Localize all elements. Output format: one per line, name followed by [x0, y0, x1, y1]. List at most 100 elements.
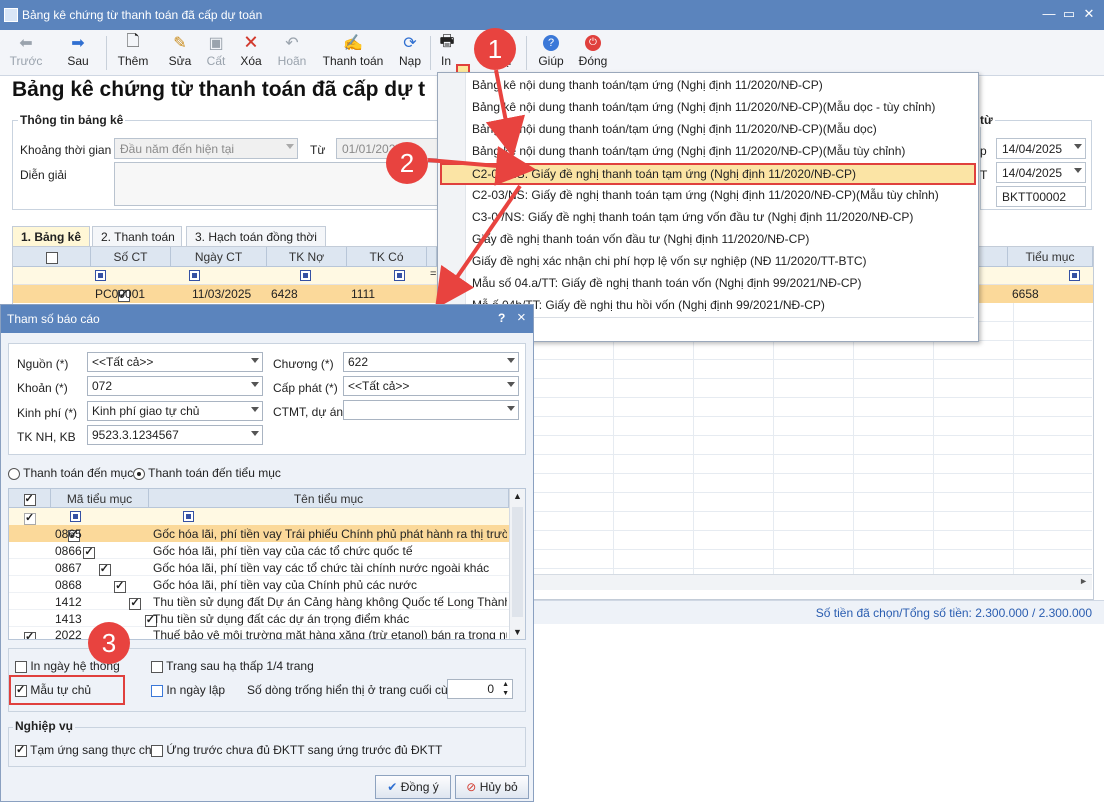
- table-header-ma[interactable]: Mã tiểu mục: [51, 489, 149, 508]
- chuong-value: 622: [348, 355, 369, 369]
- filter-icon[interactable]: [394, 270, 406, 281]
- date-value-2: 14/04/2025: [1002, 166, 1063, 180]
- menu-item-2[interactable]: Bảng kê nội dung thanh toán/tạm ứng (Ngh…: [472, 119, 877, 139]
- tab-hach-toan[interactable]: 3. Hạch toán đồng thời: [186, 226, 326, 246]
- add-button[interactable]: 🗋 Thêm: [114, 32, 152, 74]
- delete-icon: 🗙: [244, 32, 258, 50]
- khoan-select[interactable]: 072: [87, 376, 263, 396]
- khoan-value: 072: [92, 379, 113, 393]
- scroll-down-icon[interactable]: ▼: [513, 627, 522, 637]
- grid-header-tk-co[interactable]: TK Có: [347, 247, 427, 267]
- grid-header-ngay-ct[interactable]: Ngày CT: [171, 247, 267, 267]
- option-tam-ung[interactable]: Tạm ứng sang thực chi: [15, 743, 154, 757]
- next-button[interactable]: ➡ Sau: [60, 32, 96, 74]
- grid-select-all[interactable]: [13, 247, 91, 267]
- filter-icon[interactable]: [1069, 270, 1081, 281]
- cell-tk-co: 1111: [351, 287, 376, 301]
- nguon-select[interactable]: <<Tất cả>>: [87, 352, 263, 372]
- callout-1: 1: [474, 28, 516, 70]
- chuong-select[interactable]: 622: [343, 352, 519, 372]
- checkbox[interactable]: [45, 251, 58, 264]
- option-in-ngay-lap[interactable]: In ngày lập: [151, 683, 225, 697]
- postpone-button[interactable]: ↶ Hoãn: [274, 32, 310, 74]
- row-checkbox[interactable]: [24, 630, 36, 639]
- filter-icon[interactable]: [182, 511, 194, 522]
- so-dong-spinner[interactable]: 0 ▲ ▼: [447, 679, 513, 699]
- filter-icon[interactable]: [299, 270, 311, 281]
- menu-item-8[interactable]: Giấy đề nghị xác nhận chi phí hợp lệ vốn…: [472, 251, 867, 271]
- print-button[interactable]: 🖶 In: [436, 32, 456, 74]
- row-checkbox[interactable]: [114, 579, 127, 593]
- menu-item-0[interactable]: Bảng kê nội dung thanh toán/tạm ứng (Ngh…: [472, 75, 823, 95]
- cancel-button[interactable]: ⊘ Hủy bỏ: [455, 775, 529, 799]
- tab-thanh-toan[interactable]: 2. Thanh toán: [92, 226, 182, 246]
- document-number-field[interactable]: BKTT00002: [996, 186, 1086, 207]
- edit-button[interactable]: ✎ Sửa: [166, 32, 194, 74]
- kinhphi-value: Kinh phí giao tự chủ: [92, 404, 200, 418]
- period-value: Đầu năm đến hiện tại: [120, 142, 235, 156]
- help-button[interactable]: ? Giúp: [536, 32, 566, 74]
- help-icon[interactable]: ?: [498, 311, 505, 325]
- table-filter-row: [9, 508, 509, 525]
- grid-header-tieu-muc[interactable]: Tiểu mục: [1008, 247, 1093, 267]
- arrow-left-icon: ⬅: [19, 35, 33, 52]
- scroll-thumb[interactable]: [512, 507, 523, 617]
- reload-button[interactable]: ⟳ Nạp: [394, 32, 426, 74]
- date-field-1[interactable]: 14/04/2025: [996, 138, 1086, 159]
- option-trang-sau[interactable]: Trang sau hạ thấp 1/4 trang: [151, 659, 314, 673]
- menu-item-4[interactable]: C2-03/NS: Giấy đề nghị thanh toán tạm ứn…: [472, 164, 856, 184]
- close-button[interactable]: ⏻ Đóng: [576, 32, 610, 74]
- help-label: Giúp: [538, 54, 564, 68]
- toolbar-separator: [106, 36, 107, 70]
- date-field-2[interactable]: 14/04/2025: [996, 162, 1086, 183]
- ctmt-select[interactable]: [343, 400, 519, 420]
- radio-thanh-toan-muc[interactable]: Thanh toán đến mục: [8, 466, 133, 480]
- save-button[interactable]: ▣ Cất: [202, 32, 230, 74]
- option-label: Trang sau hạ thấp 1/4 trang: [166, 659, 314, 673]
- delete-button[interactable]: 🗙 Xóa: [236, 32, 266, 74]
- tknh-select[interactable]: 9523.3.1234567: [87, 425, 263, 445]
- row-checkbox[interactable]: [129, 596, 142, 610]
- payment-button[interactable]: ✍ Thanh toán: [320, 32, 386, 74]
- horizontal-scrollbar[interactable]: ►: [534, 574, 1092, 590]
- filter-icon[interactable]: [70, 511, 82, 522]
- kinhphi-select[interactable]: Kinh phí giao tự chủ: [87, 401, 263, 421]
- document-number-value: BKTT00002: [1002, 190, 1067, 204]
- filter-icon[interactable]: [95, 270, 106, 281]
- spinner-arrows-icon[interactable]: ▲ ▼: [502, 680, 509, 698]
- filter-icon[interactable]: [189, 270, 201, 281]
- dropdown-arrow-icon: [1074, 144, 1082, 149]
- menu-item-7[interactable]: Giấy đề nghị thanh toán vốn đầu tư (Nghị…: [472, 229, 809, 249]
- grid-header-tk-no[interactable]: TK Nợ: [267, 247, 347, 267]
- tab-bang-ke[interactable]: 1. Bảng kê: [12, 226, 90, 246]
- row-checkbox[interactable]: [83, 545, 96, 559]
- cell-ma: 1412: [55, 595, 82, 609]
- ok-button[interactable]: ✔ Đồng ý: [375, 775, 451, 799]
- table-header-ten[interactable]: Tên tiểu mục: [149, 489, 509, 508]
- prev-button[interactable]: ⬅ Trước: [8, 32, 44, 74]
- row-checkbox[interactable]: [98, 562, 111, 576]
- close-icon[interactable]: ✕: [1080, 6, 1098, 22]
- restore-icon[interactable]: ▭: [1060, 6, 1078, 22]
- filter-checkbox[interactable]: [24, 511, 36, 525]
- menu-item-3[interactable]: Bảng kê nội dung thanh toán/tạm ứng (Ngh…: [472, 141, 905, 161]
- grid-header-so-ct[interactable]: Số CT: [91, 247, 171, 267]
- scroll-up-icon[interactable]: ▲: [513, 491, 522, 501]
- table-row[interactable]: 2022 Thuế bảo vệ môi trường mặt hàng xăn…: [9, 627, 509, 639]
- menu-item-5[interactable]: C2-03/NS: Giấy đề nghị thanh toán tạm ứn…: [472, 185, 939, 205]
- radio-thanh-toan-tieu-muc[interactable]: Thanh toán đến tiểu mục: [133, 466, 281, 480]
- close-icon[interactable]: ×: [517, 309, 526, 326]
- table-select-all[interactable]: [9, 489, 51, 508]
- scroll-right-icon[interactable]: ►: [1079, 576, 1088, 586]
- menu-item-6[interactable]: C3-0 /NS: Giấy đề nghị thanh toán tạm ứn…: [472, 207, 913, 227]
- period-label: Khoảng thời gian: [20, 143, 112, 157]
- description-label: Diễn giải: [20, 168, 67, 182]
- table-vertical-scrollbar[interactable]: ▲ ▼: [509, 489, 525, 639]
- period-select[interactable]: Đầu năm đến hiện tại: [114, 138, 298, 159]
- capphat-select[interactable]: <<Tất cả>>: [343, 376, 519, 396]
- minimize-icon[interactable]: —: [1040, 6, 1058, 22]
- menu-item-1[interactable]: Bảng kê nội dung thanh toán/tạm ứng (Ngh…: [472, 97, 935, 117]
- menu-item-9[interactable]: Mẫu số 04.a/TT: Giấy đề nghị thanh toán …: [472, 273, 862, 293]
- checkbox[interactable]: [23, 492, 36, 506]
- option-ung-truoc[interactable]: Ứng trước chưa đủ ĐKTT sang ứng trước đủ…: [151, 743, 442, 757]
